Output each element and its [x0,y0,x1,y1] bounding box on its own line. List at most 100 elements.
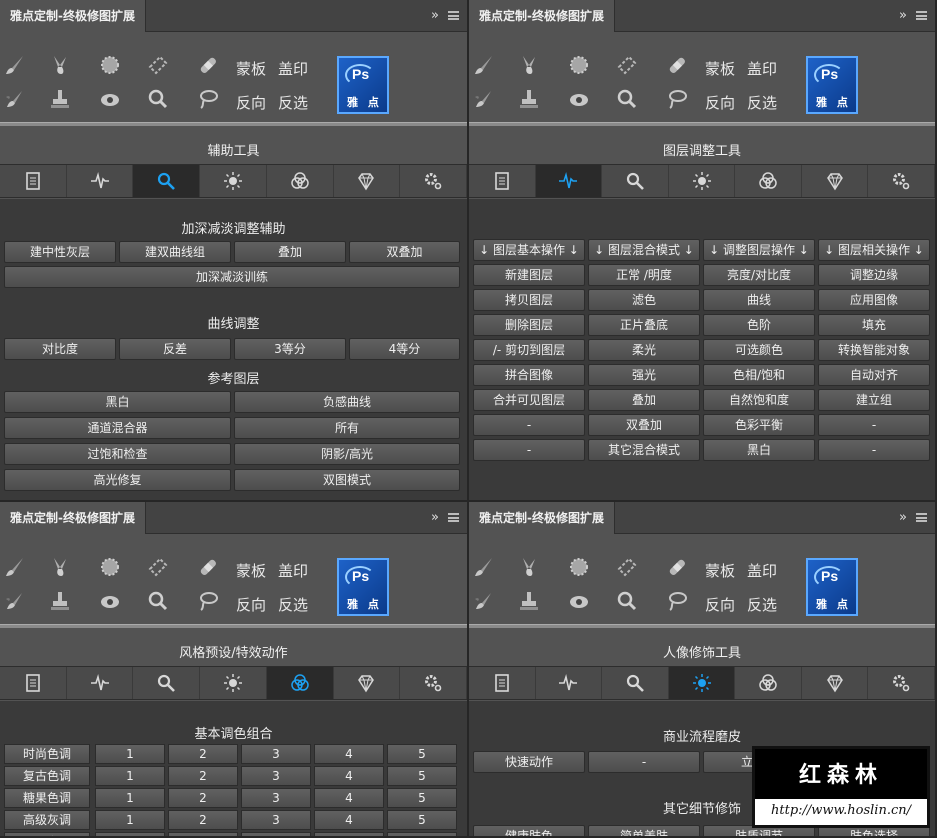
invert-command[interactable]: 反向 [705,92,735,113]
category-tab-magnifier[interactable] [602,165,669,197]
preset-variant-button[interactable]: 2 [168,788,238,808]
preset-variant-button[interactable]: 5 [387,766,457,786]
eye-icon[interactable] [564,586,594,616]
preset-variant-button[interactable]: 2 [168,766,238,786]
brush-icon[interactable] [469,552,499,582]
layer-action-button[interactable]: 正片叠底 [588,314,700,336]
layer-action-button[interactable]: - [818,439,930,461]
panel-menu-icon[interactable] [916,513,927,522]
patch-icon[interactable] [143,50,173,80]
inverse-selection-command[interactable]: 反选 [747,594,777,615]
category-tab-magnifier[interactable] [602,667,669,699]
mask-command[interactable]: 蒙板 [236,560,266,581]
layer-action-button[interactable]: 新建图层 [473,264,585,286]
eye-icon[interactable] [564,84,594,114]
category-tab-document[interactable] [469,667,536,699]
panel-menu-icon[interactable] [448,513,459,522]
layer-action-button[interactable]: 可选颜色 [703,339,815,361]
inverse-selection-command[interactable]: 反选 [278,92,308,113]
panel-tab[interactable]: 雅点定制-终极修图扩展 [0,502,146,534]
category-tab-settings[interactable] [400,165,467,197]
reference-layer-button[interactable]: 阴影/高光 [234,443,460,465]
preset-variant-button[interactable]: 2 [168,832,238,836]
magnifier-icon[interactable] [612,84,642,114]
dual-curve-group-button[interactable]: 建双曲线组 [119,241,231,263]
layer-action-button[interactable]: 强光 [588,364,700,386]
stamp-command[interactable]: 盖印 [747,58,777,79]
column-header-button[interactable]: ↓ 图层混合模式 ↓ [588,239,700,261]
layer-action-button[interactable]: 填充 [818,314,930,336]
eye-icon[interactable] [95,84,125,114]
preset-variant-button[interactable]: 3 [241,810,311,830]
category-tab-color-circles[interactable] [267,165,334,197]
layer-action-button[interactable]: 色彩平衡 [703,414,815,436]
smudge-icon[interactable] [45,50,75,80]
contrast-button[interactable]: 对比度 [4,338,116,360]
sponge-icon[interactable] [95,50,125,80]
category-tab-diamond[interactable] [334,667,401,699]
mask-command[interactable]: 蒙板 [236,58,266,79]
category-tab-pulse[interactable] [536,667,603,699]
layer-action-button[interactable]: 建立组 [818,389,930,411]
stamp-icon[interactable] [45,84,75,114]
preset-variant-button[interactable]: 4 [314,810,384,830]
layer-action-button[interactable]: 调整边缘 [818,264,930,286]
layer-action-button[interactable]: 亮度/对比度 [703,264,815,286]
invert-command[interactable]: 反向 [236,92,266,113]
category-tab-pulse[interactable] [67,667,134,699]
dodge-burn-training-button[interactable]: 加深减淡训练 [4,266,460,288]
category-tab-diamond[interactable] [802,165,869,197]
stamp-command[interactable]: 盖印 [278,560,308,581]
layer-action-button[interactable]: 双叠加 [588,414,700,436]
smudge-icon[interactable] [45,552,75,582]
column-header-button[interactable]: ↓ 图层相关操作 ↓ [818,239,930,261]
column-header-button[interactable]: ↓ 调整图层操作 ↓ [703,239,815,261]
layer-action-button[interactable]: /- 剪切到图层 [473,339,585,361]
layer-action-button[interactable]: 转换智能对象 [818,339,930,361]
brush-icon[interactable] [469,50,499,80]
category-tab-brightness[interactable] [200,165,267,197]
stamp-icon[interactable] [514,586,544,616]
lasso-icon[interactable] [662,586,692,616]
smudge-icon[interactable] [514,552,544,582]
preset-variant-button[interactable]: 4 [314,832,384,836]
brush-icon[interactable] [0,552,30,582]
stamp-command[interactable]: 盖印 [747,560,777,581]
column-header-button[interactable]: ↓ 图层基本操作 ↓ [473,239,585,261]
collapse-icon[interactable]: » [431,510,439,525]
invert-command[interactable]: 反向 [705,594,735,615]
category-tab-color-circles[interactable] [735,165,802,197]
mixer-brush-icon[interactable] [469,586,499,616]
reference-layer-button[interactable]: 通道混合器 [4,417,231,439]
category-tab-color-circles[interactable] [735,667,802,699]
mixer-brush-icon[interactable] [469,84,499,114]
preset-variant-button[interactable]: 5 [387,810,457,830]
collapse-icon[interactable]: » [899,510,907,525]
eye-icon[interactable] [95,586,125,616]
reference-layer-button[interactable]: 黑白 [4,391,231,413]
healing-bandage-icon[interactable] [193,552,223,582]
layer-action-button[interactable]: 叠加 [588,389,700,411]
layer-action-button[interactable]: 应用图像 [818,289,930,311]
magnifier-icon[interactable] [612,586,642,616]
category-tab-document[interactable] [469,165,536,197]
three-split-button[interactable]: 3等分 [234,338,346,360]
preset-variant-button[interactable]: 5 [387,744,457,764]
preset-variant-button[interactable]: 1 [95,766,165,786]
category-tab-settings[interactable] [868,165,935,197]
mask-command[interactable]: 蒙板 [705,58,735,79]
retouch-action-button[interactable]: 快速动作 [473,751,585,773]
preset-variant-button[interactable]: 3 [241,766,311,786]
layer-action-button[interactable]: 拷贝图层 [473,289,585,311]
preset-variant-button[interactable]: 3 [241,832,311,836]
detail-action-button[interactable]: 健康肤色 [473,825,585,836]
category-tab-diamond[interactable] [802,667,869,699]
sponge-icon[interactable] [95,552,125,582]
stamp-icon[interactable] [514,84,544,114]
stamp-command[interactable]: 盖印 [278,58,308,79]
layer-action-button[interactable]: 自然饱和度 [703,389,815,411]
preset-variant-button[interactable]: 4 [314,766,384,786]
lasso-icon[interactable] [193,586,223,616]
panel-menu-icon[interactable] [916,11,927,20]
healing-bandage-icon[interactable] [662,50,692,80]
